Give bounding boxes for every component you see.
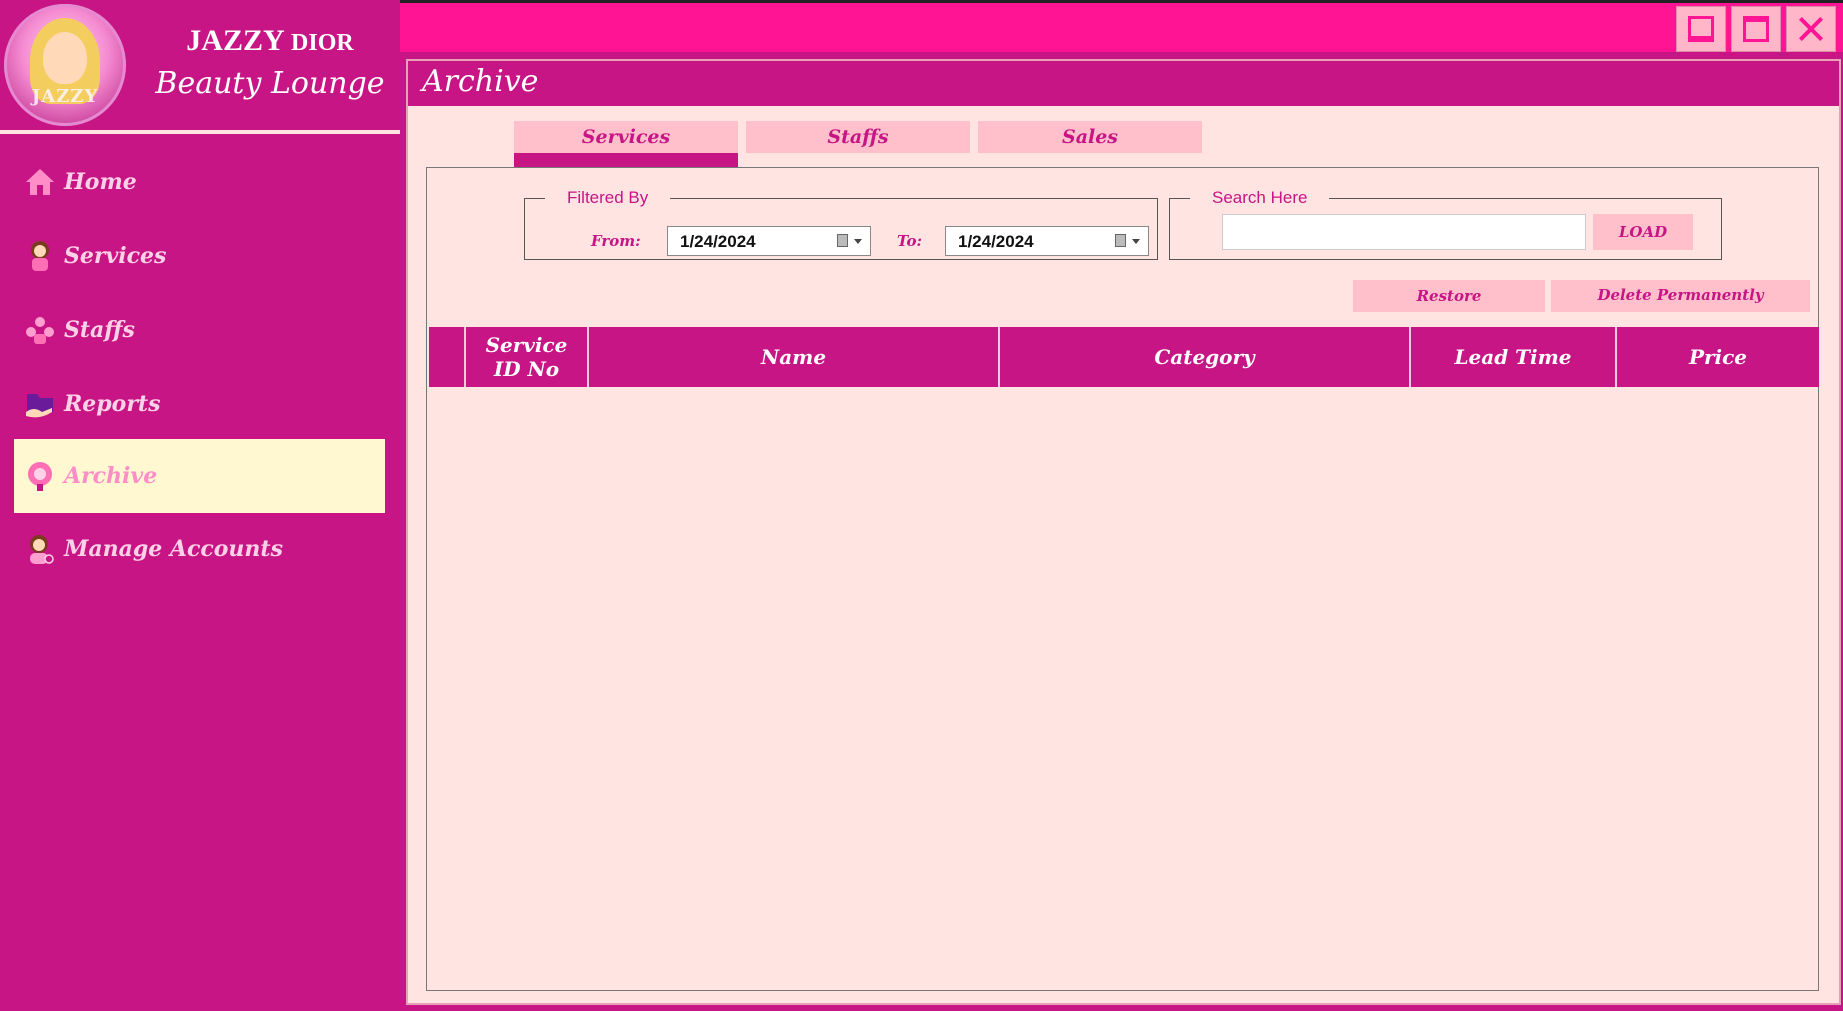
chevron-down-icon[interactable]	[854, 239, 862, 244]
page-title: Archive	[422, 64, 539, 99]
home-icon	[26, 169, 54, 195]
calendar-icon[interactable]	[837, 234, 848, 247]
column-header-service-id[interactable]: Service ID No	[466, 327, 589, 387]
delete-permanently-button[interactable]: Delete Permanently	[1551, 280, 1810, 312]
sidebar-item-home[interactable]: Home	[14, 147, 385, 217]
minimize-button[interactable]	[1676, 6, 1726, 52]
sidebar-item-label: Reports	[64, 391, 161, 417]
sidebar-item-label: Archive	[64, 463, 158, 489]
sidebar-item-label: Services	[64, 243, 167, 269]
maximize-button[interactable]	[1731, 6, 1781, 52]
brand-title: JAZZY DIOR	[186, 24, 354, 57]
brand-subtitle: Beauty Lounge	[155, 66, 385, 101]
maximize-icon	[1743, 16, 1769, 42]
sidebar-item-label: Manage Accounts	[64, 536, 283, 562]
archive-icon	[28, 462, 52, 491]
load-button[interactable]: LOAD	[1593, 214, 1693, 250]
column-header-lead-time[interactable]: Lead Time	[1411, 327, 1617, 387]
folder-icon	[26, 394, 53, 418]
archive-table-body[interactable]	[429, 387, 1819, 987]
staff-icon	[26, 317, 54, 344]
tab-sales[interactable]: Sales	[978, 121, 1202, 153]
from-date-value: 1/24/2024	[680, 232, 756, 251]
tab-services[interactable]: Services	[514, 121, 738, 167]
sidebar: JAZZY JAZZY DIOR Beauty Lounge Home Serv…	[0, 0, 400, 1011]
from-label: From:	[591, 232, 641, 250]
column-header-select[interactable]	[429, 327, 466, 387]
archive-table-header: Service ID No Name Category Lead Time Pr…	[429, 327, 1819, 387]
panel-header: Archive	[408, 61, 1839, 106]
sidebar-item-services[interactable]: Services	[14, 221, 385, 291]
sidebar-item-label: Home	[64, 169, 137, 195]
sidebar-item-manage-accounts[interactable]: Manage Accounts	[14, 514, 385, 584]
calendar-icon[interactable]	[1115, 234, 1126, 247]
to-date-picker[interactable]: 1/24/2024	[945, 226, 1149, 256]
archive-panel: Archive Services Staffs Sales Filtered B…	[406, 59, 1841, 1005]
archive-content: Filtered By From: 1/24/2024 To: 1/24/202…	[426, 167, 1819, 991]
to-date-value: 1/24/2024	[958, 232, 1034, 251]
from-date-picker[interactable]: 1/24/2024	[667, 226, 871, 256]
filter-legend: Filtered By	[567, 188, 649, 207]
column-header-category[interactable]: Category	[1000, 327, 1411, 387]
minimize-icon	[1688, 16, 1714, 42]
column-header-name[interactable]: Name	[589, 327, 1000, 387]
to-label: To:	[897, 232, 922, 250]
logo: JAZZY	[4, 4, 126, 126]
user-icon	[30, 535, 54, 564]
title-bar	[400, 0, 1843, 52]
column-header-price[interactable]: Price	[1617, 327, 1819, 387]
logo-text: JAZZY	[31, 86, 99, 107]
sidebar-item-reports[interactable]: Reports	[14, 369, 385, 439]
restore-button[interactable]: Restore	[1353, 280, 1545, 312]
search-input[interactable]	[1222, 214, 1586, 250]
close-icon	[1798, 16, 1824, 42]
stylist-icon	[31, 241, 49, 271]
brand-header: JAZZY JAZZY DIOR Beauty Lounge	[0, 0, 400, 134]
tab-staffs[interactable]: Staffs	[746, 121, 970, 153]
search-legend: Search Here	[1212, 188, 1308, 207]
sidebar-item-archive[interactable]: Archive	[14, 439, 385, 513]
sidebar-item-label: Staffs	[64, 317, 135, 343]
filter-group: Filtered By From: 1/24/2024 To: 1/24/202…	[524, 188, 1158, 260]
chevron-down-icon[interactable]	[1132, 239, 1140, 244]
close-button[interactable]	[1786, 6, 1836, 52]
sidebar-item-staffs[interactable]: Staffs	[14, 295, 385, 365]
